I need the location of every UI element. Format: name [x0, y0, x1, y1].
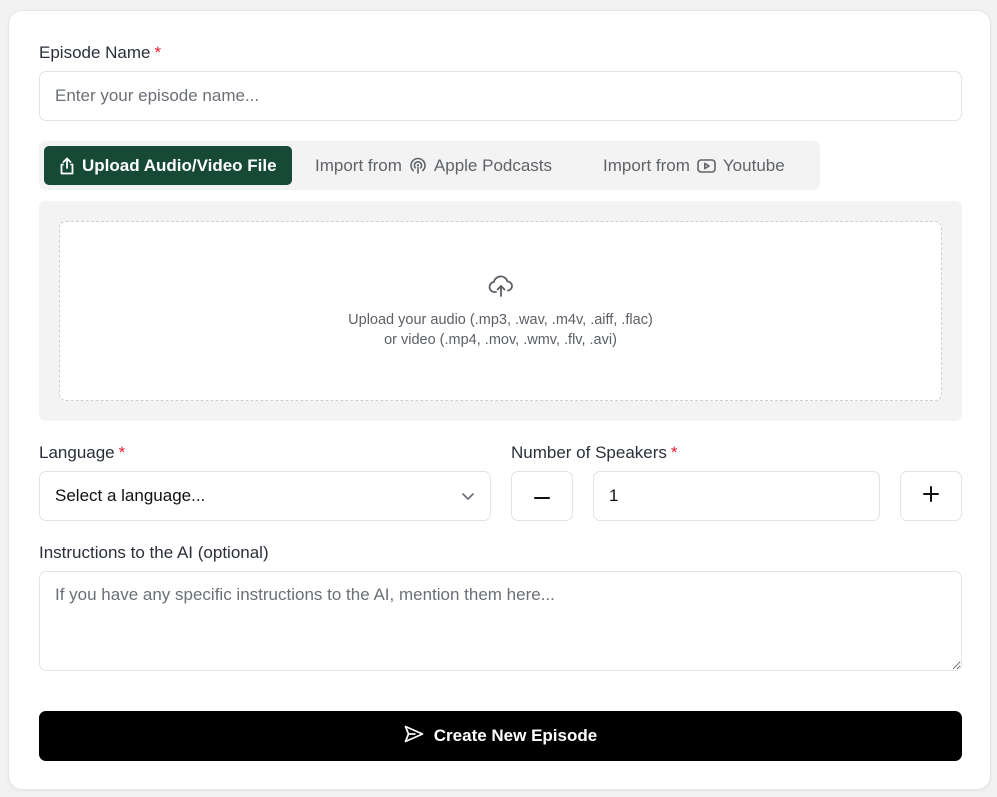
youtube-icon: [697, 158, 716, 174]
language-select[interactable]: Select a language...: [39, 471, 491, 521]
tab-youtube-prefix: Import from: [603, 155, 690, 175]
instructions-label-text: Instructions to the AI (optional): [39, 543, 269, 562]
podcast-icon: [409, 157, 427, 175]
episode-name-label-text: Episode Name: [39, 43, 151, 62]
source-tabs: Upload Audio/Video File Import from Appl…: [39, 141, 820, 190]
cloud-upload-icon: [488, 274, 514, 303]
language-select-value: Select a language...: [55, 486, 206, 505]
dropzone-text: Upload your audio (.mp3, .wav, .m4v, .ai…: [60, 310, 941, 350]
tab-upload-file[interactable]: Upload Audio/Video File: [44, 146, 292, 185]
speakers-label-text: Number of Speakers: [511, 443, 667, 462]
required-mark: *: [118, 443, 126, 462]
increase-speakers-button[interactable]: [900, 471, 962, 521]
tab-upload-label: Upload Audio/Video File: [82, 155, 277, 175]
dropzone-line-video: or video (.mp4, .mov, .wmv, .flv, .avi): [384, 332, 617, 348]
episode-form-card: Episode Name* Upload Audio/Video File Im…: [8, 10, 991, 790]
upload-panel: Upload your audio (.mp3, .wav, .m4v, .ai…: [39, 201, 962, 421]
create-episode-label: Create New Episode: [433, 726, 598, 745]
minus-icon: [534, 487, 550, 505]
language-label-text: Language: [39, 443, 115, 462]
tab-apple-podcasts[interactable]: Import from Apple Podcasts: [315, 146, 552, 185]
instructions-label: Instructions to the AI (optional): [39, 543, 269, 563]
episode-name-input[interactable]: [39, 71, 962, 121]
tab-apple-label: Apple Podcasts: [433, 155, 553, 175]
create-episode-button[interactable]: Create New Episode: [39, 711, 962, 761]
speakers-count-input[interactable]: [593, 471, 880, 521]
plus-icon: [923, 485, 939, 507]
instructions-textarea[interactable]: [39, 571, 962, 671]
tab-apple-prefix: Import from: [315, 155, 402, 175]
tab-youtube[interactable]: Import from Youtube: [603, 146, 785, 185]
speakers-label: Number of Speakers *: [511, 443, 678, 463]
decrease-speakers-button[interactable]: [511, 471, 573, 521]
language-label: Language *: [39, 443, 125, 463]
tab-youtube-label: Youtube: [722, 155, 785, 175]
episode-name-label: Episode Name *: [39, 43, 161, 63]
send-icon: [404, 725, 424, 748]
required-mark: *: [670, 443, 678, 462]
file-dropzone[interactable]: Upload your audio (.mp3, .wav, .m4v, .ai…: [59, 221, 942, 401]
chevron-down-icon: [461, 486, 475, 506]
share-upload-icon: [59, 157, 75, 175]
dropzone-line-audio: Upload your audio (.mp3, .wav, .m4v, .ai…: [348, 312, 653, 328]
required-mark: *: [154, 43, 162, 62]
